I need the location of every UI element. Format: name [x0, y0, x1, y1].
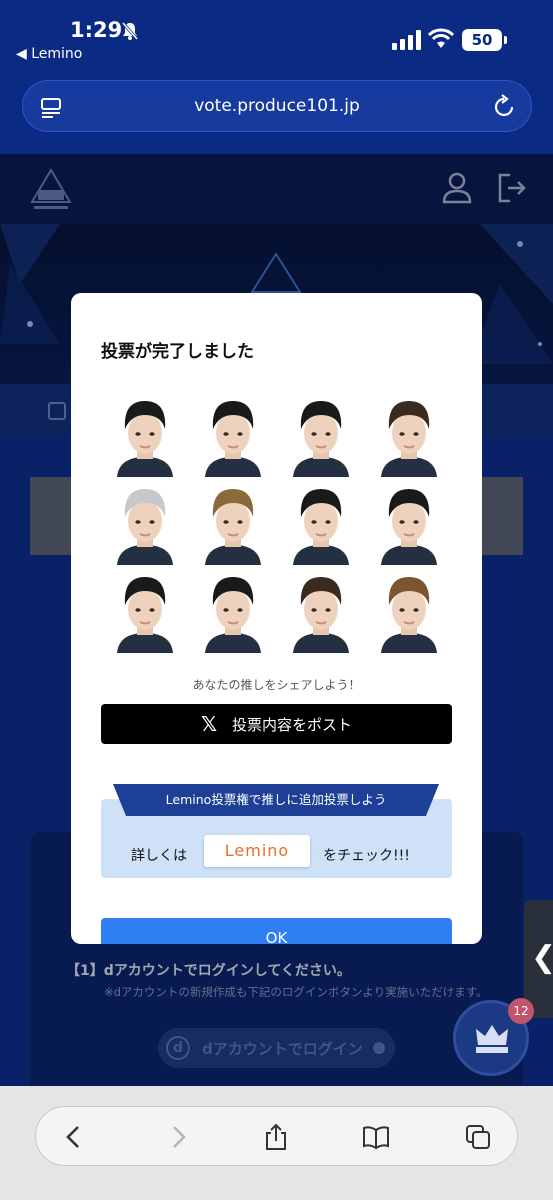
silent-bell-icon — [121, 22, 139, 40]
wifi-icon — [428, 28, 454, 48]
trainee-photo — [117, 577, 173, 653]
trainee-photo — [381, 401, 437, 477]
browser-bottom-toolbar — [0, 1086, 553, 1200]
x-logo-icon: 𝕏 — [201, 712, 218, 736]
trainee-photo — [205, 401, 261, 477]
crown-icon — [476, 1025, 508, 1053]
back-to-app-link[interactable]: ◀ Lemino — [16, 46, 82, 62]
trainee-photo — [293, 401, 349, 477]
ok-button[interactable]: OK — [101, 918, 452, 944]
trainee-photo — [293, 577, 349, 653]
status-bar: 1:29 ◀ Lemino 50 — [0, 0, 553, 72]
trainee-photo — [293, 489, 349, 565]
address-bar[interactable]: vote.produce101.jp — [22, 80, 532, 132]
promo-heading: Lemino投票権で推しに追加投票しよう — [113, 784, 439, 816]
bookmarks-icon[interactable] — [362, 1123, 390, 1151]
modal-title: 投票が完了しました — [101, 342, 254, 362]
trainee-photo — [117, 401, 173, 477]
promo-prefix: 詳しくは — [131, 848, 187, 864]
status-time: 1:29 — [70, 18, 123, 42]
forward-arrow-icon[interactable] — [164, 1123, 192, 1151]
trainee-photo — [205, 577, 261, 653]
share-prompt: あなたの推しをシェアしよう！ — [192, 678, 361, 692]
tabs-icon[interactable] — [464, 1123, 492, 1151]
post-to-x-button[interactable]: 𝕏 投票内容をポスト — [101, 704, 452, 744]
reload-icon[interactable] — [491, 94, 517, 120]
post-button-label: 投票内容をポスト — [232, 716, 353, 734]
lemino-link-logo[interactable]: Lemino — [204, 835, 310, 867]
trainee-photo — [117, 489, 173, 565]
trainee-photo — [381, 489, 437, 565]
lemino-promo-box: Lemino投票権で推しに追加投票しよう 詳しくは Lemino をチェック!!… — [101, 784, 452, 878]
cellular-signal-icon — [392, 30, 421, 50]
chevron-left-icon: ❮ — [531, 940, 553, 975]
trainee-photo — [205, 489, 261, 565]
vote-complete-modal: 投票が完了しました あなたの推しをシェアしよう！ 𝕏 投票内容をポスト Lemi… — [71, 293, 482, 944]
promo-row: 詳しくは Lemino をチェック!!! — [101, 829, 452, 869]
toolbar-pill — [35, 1106, 518, 1166]
url-text: vote.produce101.jp — [194, 96, 360, 116]
share-icon[interactable] — [262, 1123, 290, 1151]
notification-badge: 12 — [508, 998, 534, 1024]
promo-suffix: をチェック!!! — [323, 848, 410, 864]
trainee-photo — [381, 577, 437, 653]
battery-indicator: 50 — [462, 29, 507, 51]
back-arrow-icon[interactable] — [60, 1123, 88, 1151]
browser-address-area: vote.produce101.jp — [0, 72, 553, 154]
